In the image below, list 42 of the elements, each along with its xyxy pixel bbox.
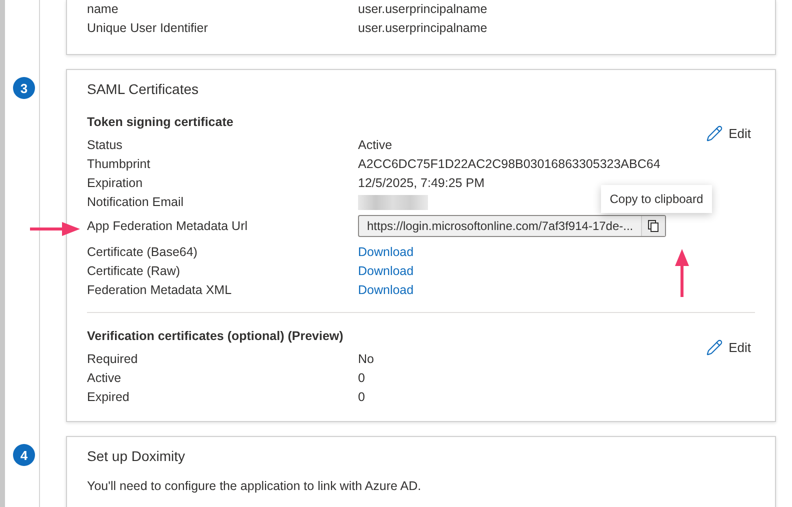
field-value: Active xyxy=(358,137,394,154)
claim-value: user.userprincipalname xyxy=(358,1,488,18)
download-link[interactable]: Download xyxy=(358,243,414,262)
url-field[interactable]: https://login.microsoftonline.com/7af3f914-17de-... xyxy=(358,215,666,237)
field-label: Active xyxy=(87,370,122,387)
tooltip: Copy to clipboard xyxy=(600,185,712,213)
description-text: You'll need to configure the application to link with Azure AD. xyxy=(87,478,422,495)
field-label: Required xyxy=(87,351,139,368)
pencil-icon xyxy=(706,339,723,356)
field-value: No xyxy=(358,351,375,368)
step-number: 3 xyxy=(13,77,35,99)
field-label: Federation Metadata XML xyxy=(87,282,233,299)
copy-button[interactable] xyxy=(641,216,666,236)
section-heading: Verification certificates (optional) (Preview) xyxy=(87,328,344,345)
card-title: Set up Doximity xyxy=(87,448,186,464)
field-label: Certificate (Raw) xyxy=(87,263,182,280)
field-label: Certificate (Base64) xyxy=(87,244,198,261)
field-value: 0 xyxy=(358,370,366,387)
edit-button[interactable]: Edit xyxy=(702,123,755,144)
annotation-arrow xyxy=(30,221,80,237)
field-value: A2CC6DC75F1D22AC2C98B03016863305323ABC64 xyxy=(358,156,662,173)
field-label: App Federation Metadata Url xyxy=(87,218,249,235)
download-link[interactable]: Download xyxy=(358,281,414,300)
download-link[interactable]: Download xyxy=(358,262,414,281)
field-label: Status xyxy=(87,137,124,154)
field-label: Expiration xyxy=(87,175,144,192)
redacted-block xyxy=(358,195,428,210)
card-title: SAML Certificates xyxy=(87,81,200,97)
field-label: Thumbprint xyxy=(87,156,152,173)
field-value: 12/5/2025, 7:49:25 PM xyxy=(358,175,486,192)
section-heading: Token signing certificate xyxy=(87,114,234,131)
claim-value: user.userprincipalname xyxy=(358,20,488,37)
claim-name: Unique User Identifier xyxy=(87,20,209,37)
claim-name: name xyxy=(87,1,120,18)
field-value: 0 xyxy=(358,389,366,406)
edit-button[interactable]: Edit xyxy=(702,337,755,358)
field-label: Notification Email xyxy=(87,194,185,211)
field-label: Expired xyxy=(87,389,130,406)
copy-icon xyxy=(648,220,660,232)
annotation-arrow xyxy=(674,249,690,297)
pencil-icon xyxy=(706,125,723,142)
step-number: 4 xyxy=(13,444,35,466)
